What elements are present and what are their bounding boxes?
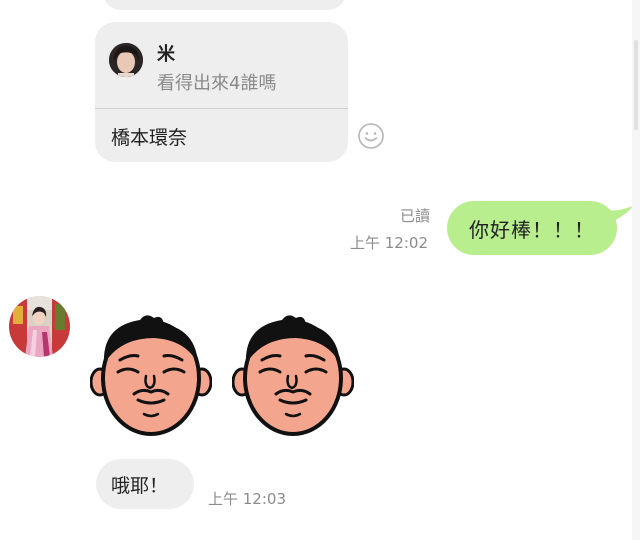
quoted-sender-avatar xyxy=(109,43,143,77)
outgoing-message-text: 你好棒！！！ xyxy=(469,217,595,242)
previous-message-bubble[interactable] xyxy=(103,0,346,10)
sleepy-face-sticker-icon[interactable] xyxy=(89,314,213,438)
smiley-face-icon[interactable] xyxy=(357,122,385,150)
quoted-sender-name: 米 xyxy=(157,44,175,65)
incoming-message-text: 哦耶！ xyxy=(111,475,169,497)
reply-message-bubble[interactable]: 米 看得出來4誰嗎 橋本環奈 xyxy=(95,22,348,162)
outgoing-message-bubble[interactable]: 你好棒！！！ xyxy=(447,201,617,255)
bubble-tail-icon xyxy=(607,206,633,222)
sleepy-face-sticker-icon[interactable] xyxy=(231,314,355,438)
incoming-message-time: 上午 12:03 xyxy=(208,490,286,508)
read-receipt: 已讀 xyxy=(400,207,431,225)
quote-divider xyxy=(95,108,348,109)
reply-message-text: 橋本環奈 xyxy=(111,127,188,149)
quoted-message-text: 看得出來4誰嗎 xyxy=(157,73,277,94)
quoted-message[interactable]: 米 看得出來4誰嗎 xyxy=(95,22,348,108)
incoming-message-bubble[interactable]: 哦耶！ xyxy=(96,459,194,509)
sender-avatar[interactable] xyxy=(9,296,70,357)
scrollbar-thumb[interactable] xyxy=(634,40,638,130)
outgoing-message-time: 上午 12:02 xyxy=(350,234,428,252)
